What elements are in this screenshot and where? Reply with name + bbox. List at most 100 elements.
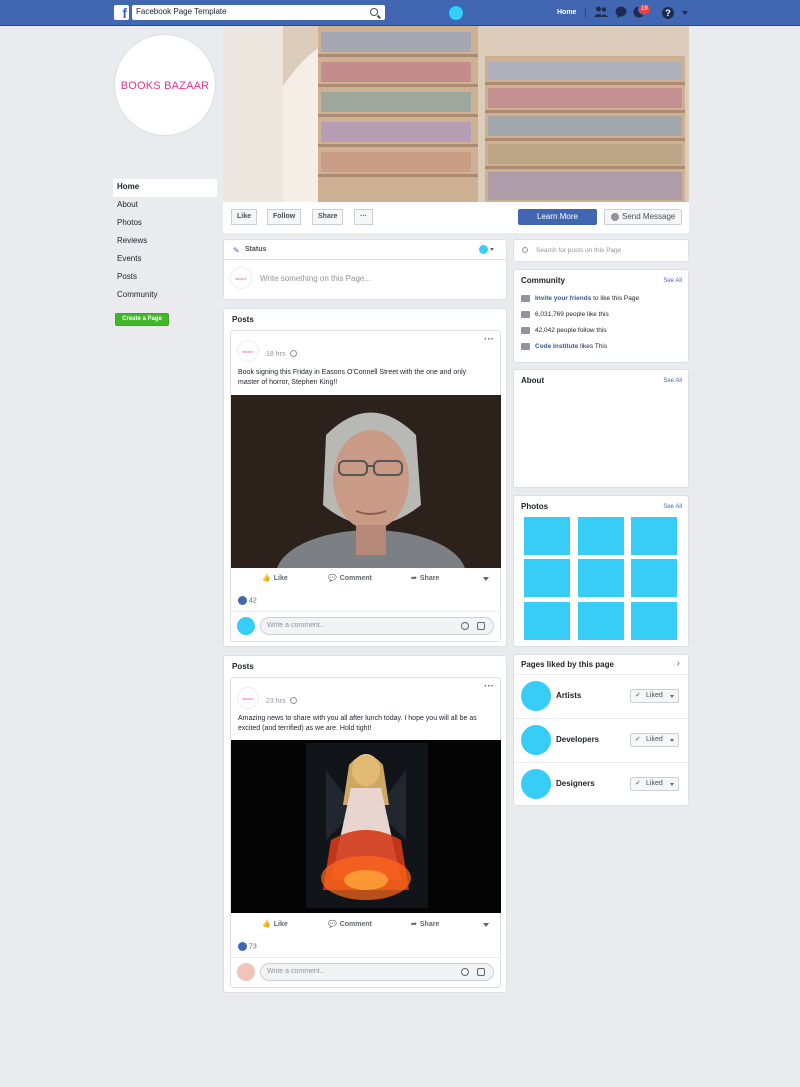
liked-page-avatar[interactable] bbox=[521, 769, 551, 799]
follow-page-button[interactable]: Follow bbox=[267, 209, 302, 225]
post-timestamp[interactable]: 18 hrs bbox=[266, 351, 285, 358]
check-icon: ✓ bbox=[635, 692, 641, 699]
share-page-label: Share bbox=[318, 213, 338, 220]
post-comment-button[interactable]: 💬 Comment bbox=[328, 574, 372, 582]
post-reactions[interactable]: 73 bbox=[238, 942, 257, 951]
chevron-down-icon[interactable] bbox=[483, 923, 489, 927]
post-options-button[interactable]: ··· bbox=[484, 681, 494, 692]
photo-thumbnail[interactable] bbox=[631, 602, 677, 640]
liked-page-row[interactable]: Artists ✓ Liked bbox=[514, 674, 688, 718]
photo-thumbnail[interactable] bbox=[631, 517, 677, 555]
post-image[interactable] bbox=[231, 395, 501, 568]
send-message-button[interactable]: Send Message bbox=[604, 209, 682, 225]
post-reactions[interactable]: 42 bbox=[238, 596, 257, 605]
community-see-all-link[interactable]: See All bbox=[663, 278, 682, 284]
page-profile-picture[interactable]: BOOKS BAZAAR bbox=[114, 34, 216, 136]
page-left-nav: Home About Photos Reviews Events Posts C… bbox=[113, 179, 217, 305]
search-icon[interactable] bbox=[370, 8, 378, 16]
account-menu-chevron-down-icon[interactable] bbox=[682, 11, 688, 15]
share-page-button[interactable]: Share bbox=[312, 209, 344, 225]
follow-page-label: Follow bbox=[273, 213, 296, 220]
page-mini-avatar: BOOKS BAZAAR bbox=[230, 267, 252, 289]
status-input[interactable]: Write something on this Page... bbox=[260, 274, 371, 283]
liked-page-row[interactable]: Designers ✓ Liked bbox=[514, 762, 688, 806]
comment-input[interactable]: Write a comment.. bbox=[260, 617, 494, 635]
post-share-button[interactable]: ➦ Share bbox=[411, 920, 439, 928]
photo-thumbnail[interactable] bbox=[524, 602, 570, 640]
pencil-icon: ✎ bbox=[233, 246, 240, 255]
liked-button[interactable]: ✓ Liked bbox=[630, 777, 679, 791]
left-nav-item-posts[interactable]: Posts bbox=[113, 269, 217, 287]
chevron-down-icon[interactable] bbox=[483, 577, 489, 581]
liked-page-name[interactable]: Developers bbox=[556, 735, 599, 744]
emoji-icon[interactable] bbox=[461, 622, 469, 630]
stephen-king-portrait bbox=[231, 395, 501, 568]
post-image[interactable] bbox=[231, 740, 501, 913]
emoji-icon[interactable] bbox=[461, 968, 469, 976]
code-institute-link[interactable]: Code Institute bbox=[535, 343, 578, 350]
about-see-all-link[interactable]: See All bbox=[663, 378, 682, 384]
liked-button[interactable]: ✓ Liked bbox=[630, 733, 679, 747]
photos-see-all-link[interactable]: See All bbox=[663, 504, 682, 510]
photo-thumbnail[interactable] bbox=[524, 517, 570, 555]
friend-requests-icon[interactable] bbox=[594, 6, 608, 18]
search-input[interactable]: Facebook Page Template bbox=[132, 5, 385, 20]
create-page-button[interactable]: Create a Page bbox=[115, 313, 169, 326]
messages-icon[interactable] bbox=[615, 6, 627, 18]
check-icon: ✓ bbox=[635, 736, 641, 743]
like-page-label: Like bbox=[237, 213, 252, 220]
facebook-logo-icon[interactable]: f bbox=[114, 5, 129, 20]
pages-liked-card: Pages liked by this page › Artists ✓ Lik… bbox=[513, 654, 689, 806]
liked-page-name[interactable]: Designers bbox=[556, 779, 595, 788]
liked-page-avatar[interactable] bbox=[521, 681, 551, 711]
left-nav-item-community[interactable]: Community bbox=[113, 287, 217, 305]
left-nav-item-about[interactable]: About bbox=[113, 197, 217, 215]
learn-more-button[interactable]: Learn More bbox=[518, 209, 597, 225]
more-options-button[interactable]: ··· bbox=[354, 209, 373, 225]
photo-thumbnail[interactable] bbox=[578, 559, 624, 597]
left-nav-item-photos[interactable]: Photos bbox=[113, 215, 217, 233]
comment-placeholder: Write a comment.. bbox=[267, 622, 324, 629]
photo-thumbnail[interactable] bbox=[578, 517, 624, 555]
help-icon[interactable]: ? bbox=[662, 7, 674, 19]
post-comment-button[interactable]: 💬 Comment bbox=[328, 920, 372, 928]
post-share-button[interactable]: ➦ Share bbox=[411, 574, 439, 582]
liked-page-avatar[interactable] bbox=[521, 725, 551, 755]
liked-page-row[interactable]: Developers ✓ Liked bbox=[514, 718, 688, 762]
like-page-button[interactable]: Like bbox=[231, 209, 258, 225]
page-search-input[interactable]: Search for posts on this Page bbox=[513, 239, 689, 262]
invite-friends-link[interactable]: Invite your friends bbox=[535, 295, 591, 302]
post-author-avatar[interactable]: BOOKS BAZAAR bbox=[237, 340, 259, 362]
post-like-button[interactable]: 👍 Like bbox=[262, 574, 288, 582]
sticker-icon[interactable] bbox=[477, 622, 485, 630]
left-nav-item-home[interactable]: Home bbox=[113, 179, 217, 197]
left-nav-item-events[interactable]: Events bbox=[113, 251, 217, 269]
post-author-avatar[interactable]: BOOKS BAZAAR bbox=[237, 687, 259, 709]
liked-button[interactable]: ✓ Liked bbox=[630, 689, 679, 703]
photo-thumbnail[interactable] bbox=[578, 602, 624, 640]
photo-thumbnail[interactable] bbox=[524, 559, 570, 597]
status-label[interactable]: Status bbox=[245, 246, 266, 253]
page-search-placeholder: Search for posts on this Page bbox=[536, 247, 622, 254]
photo-thumbnail[interactable] bbox=[631, 559, 677, 597]
nav-home-link[interactable]: Home bbox=[557, 9, 576, 16]
post-like-label: Like bbox=[273, 575, 288, 582]
chevron-down-icon bbox=[670, 739, 674, 742]
comment-input[interactable]: Write a comment.. bbox=[260, 963, 494, 981]
post-options-button[interactable]: ··· bbox=[484, 334, 494, 345]
left-nav-item-reviews[interactable]: Reviews bbox=[113, 233, 217, 251]
chevron-right-icon[interactable]: › bbox=[677, 658, 680, 669]
post-like-button[interactable]: 👍 Like bbox=[262, 920, 288, 928]
posting-as-avatar[interactable] bbox=[479, 245, 488, 254]
follows-count: 42,042 people follow this bbox=[535, 327, 607, 335]
sticker-icon[interactable] bbox=[477, 968, 485, 976]
user-avatar[interactable] bbox=[448, 5, 464, 21]
cover-photo[interactable] bbox=[223, 26, 689, 202]
invite-text: to like this Page bbox=[593, 295, 640, 303]
code-institute-text: likes This bbox=[580, 343, 608, 351]
about-card: About See All bbox=[513, 369, 689, 488]
post-comment-label: Comment bbox=[339, 921, 372, 928]
post-timestamp[interactable]: 23 hrs bbox=[266, 698, 285, 705]
chevron-down-icon[interactable] bbox=[490, 248, 494, 251]
liked-page-name[interactable]: Artists bbox=[556, 691, 581, 700]
